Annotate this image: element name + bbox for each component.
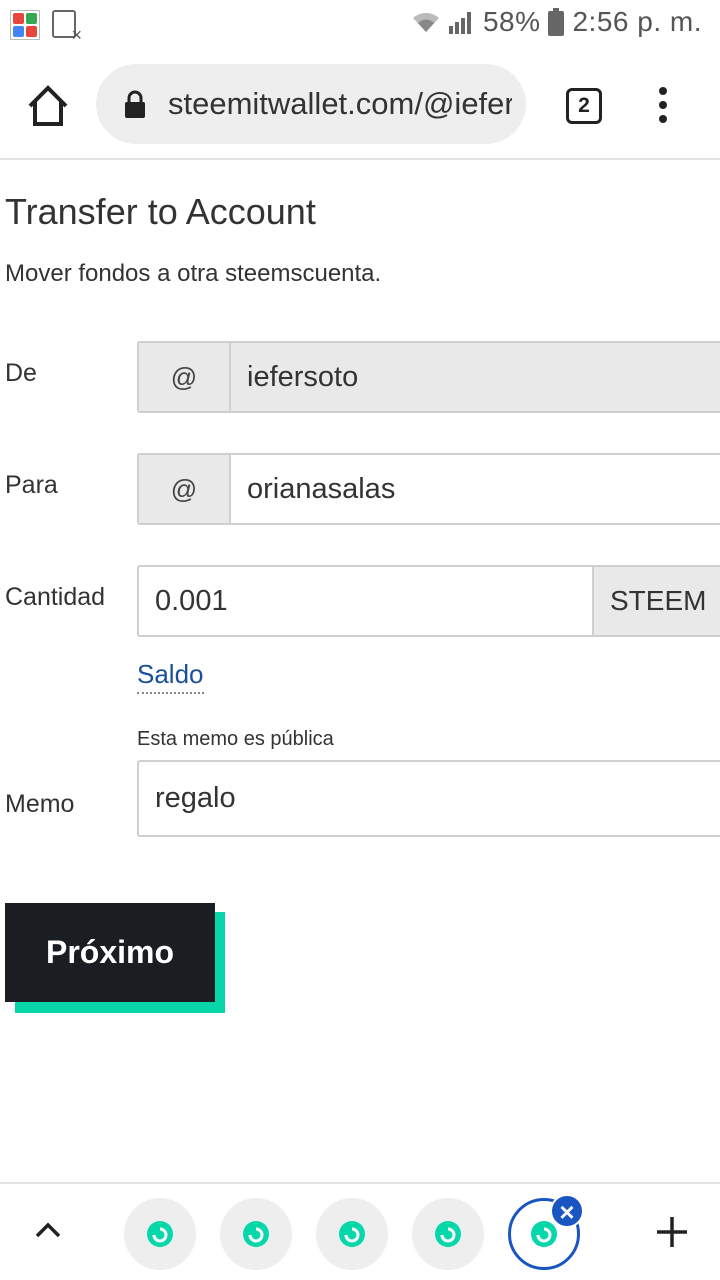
next-button[interactable]: Próximo	[5, 903, 215, 1002]
signal-icon	[448, 10, 475, 34]
home-button[interactable]	[24, 82, 72, 130]
tab-thumbnail[interactable]	[316, 1198, 388, 1270]
tab-strip: ×	[0, 1182, 720, 1280]
app-notification-icon	[10, 10, 40, 40]
close-tab-button[interactable]: ×	[550, 1194, 584, 1228]
to-field[interactable]: @ orianasalas	[137, 453, 720, 525]
memo-public-hint: Esta memo es pública	[137, 728, 334, 750]
tab-thumbnail[interactable]	[220, 1198, 292, 1270]
to-input[interactable]: orianasalas	[231, 455, 720, 523]
page-subtitle: Mover fondos a otra steemscuenta.	[5, 260, 382, 287]
sim-error-icon	[52, 10, 82, 46]
amount-label: Cantidad	[5, 583, 106, 611]
to-label: Para	[5, 471, 58, 499]
status-indicators: 58% 2:56 p. m.	[411, 6, 702, 38]
memo-label: Memo	[5, 790, 75, 818]
memo-field[interactable]: regalo	[137, 760, 720, 837]
tab-thumbnail[interactable]	[124, 1198, 196, 1270]
close-icon: ×	[559, 1197, 575, 1227]
chevron-up-icon	[35, 1222, 61, 1238]
steemit-logo-icon	[147, 1221, 173, 1247]
notification-icons	[10, 10, 82, 46]
steemit-logo-icon	[435, 1221, 461, 1247]
expand-tabs-button[interactable]	[34, 1220, 62, 1240]
amount-field[interactable]: 0.001 STEEM	[137, 565, 720, 637]
steemit-logo-icon	[243, 1221, 269, 1247]
from-label: De	[5, 359, 37, 387]
battery-percent: 58%	[482, 6, 541, 37]
from-at-prefix: @	[139, 343, 231, 411]
address-bar[interactable]: steemitwallet.com/@iefersoto	[96, 64, 526, 144]
page-title: Transfer to Account	[5, 191, 316, 232]
balance-link[interactable]: Saldo	[137, 659, 204, 694]
from-field: @ iefersoto	[137, 341, 720, 413]
currency-selector[interactable]: STEEM	[592, 567, 720, 635]
new-tab-button[interactable]	[654, 1214, 690, 1250]
wifi-icon	[411, 10, 441, 34]
memo-input[interactable]: regalo	[139, 762, 720, 835]
tab-thumbnail[interactable]	[412, 1198, 484, 1270]
more-options-button[interactable]	[650, 84, 676, 128]
battery-icon	[548, 8, 565, 36]
plus-icon	[657, 1217, 687, 1247]
from-value: iefersoto	[247, 360, 359, 393]
amount-input[interactable]: 0.001	[139, 567, 592, 635]
lock-icon	[124, 90, 146, 118]
to-at-prefix: @	[139, 455, 231, 523]
browser-toolbar: steemitwallet.com/@iefersoto 2	[0, 52, 720, 160]
status-bar: 58% 2:56 p. m.	[0, 0, 720, 52]
clock: 2:56 p. m.	[572, 6, 702, 37]
steemit-logo-icon	[339, 1221, 365, 1247]
url-text: steemitwallet.com/@iefersoto	[168, 86, 512, 121]
home-icon	[28, 85, 68, 126]
tab-switcher-button[interactable]: 2	[566, 88, 602, 124]
